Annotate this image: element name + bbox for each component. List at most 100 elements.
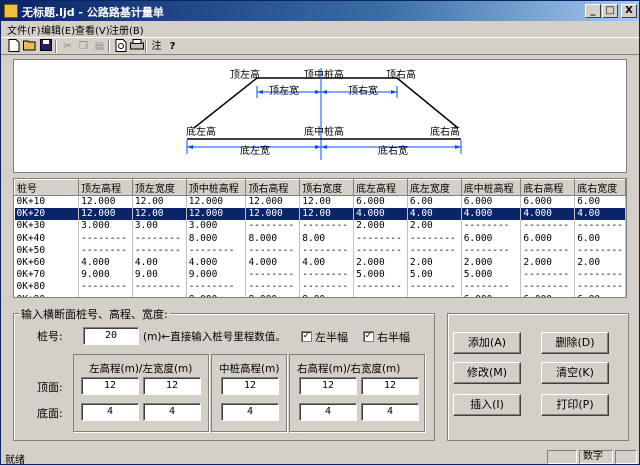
- top-center-height-input[interactable]: 12: [221, 377, 279, 395]
- add-button[interactable]: 添加(A): [453, 332, 521, 354]
- top-right-width-input[interactable]: 12: [361, 377, 419, 395]
- column-header[interactable]: 底右宽度: [574, 179, 626, 196]
- table-cell: --------: [299, 268, 355, 281]
- open-folder-icon[interactable]: [22, 39, 37, 54]
- top-left-width-input[interactable]: 12: [143, 377, 201, 395]
- station-hint: (m)←直接输入桩号里程数值。: [143, 331, 286, 343]
- table-cell: 12.000: [186, 207, 247, 220]
- left-half-checkbox[interactable]: ✓: [301, 331, 312, 342]
- input-group-title: 输入横断面桩号、高程、宽度:: [19, 306, 170, 322]
- table-cell: --------: [574, 268, 626, 281]
- table-cell: --------: [78, 280, 133, 293]
- delete-button[interactable]: 删除(D): [541, 332, 609, 354]
- table-cell: 4.00: [407, 207, 462, 220]
- main-window: 无标题.ljd - 公路路基计量单 _ □ X 文件(F) 编辑(E) 查看(V…: [0, 0, 640, 466]
- close-button[interactable]: X: [621, 4, 637, 18]
- table-cell: 12.000: [78, 207, 133, 220]
- table-cell: 4.000: [353, 207, 408, 220]
- table-cell: 4.00: [132, 256, 187, 269]
- table-cell: 8.000: [245, 293, 301, 297]
- table-cell: 6.000: [353, 195, 408, 208]
- table-row[interactable]: 0K+70 9.000 9.00 9.000 -------- -------- 5.000…: [14, 268, 626, 281]
- table-cell: --------: [574, 280, 626, 293]
- table-cell: 2.00: [407, 256, 462, 269]
- copy-icon[interactable]: ❐: [76, 39, 91, 54]
- insert-button[interactable]: 插入(I): [453, 394, 521, 416]
- label-top-left-width: 顶左宽: [269, 86, 299, 97]
- title-bar[interactable]: 无标题.ljd - 公路路基计量单 _ □ X: [1, 1, 639, 21]
- help-question-icon[interactable]: ?: [165, 39, 180, 54]
- status-cell-blank: [547, 450, 577, 464]
- bottom-right-width-input[interactable]: 4: [361, 403, 419, 421]
- maximize-button[interactable]: □: [602, 4, 618, 18]
- table-cell: --------: [245, 268, 301, 281]
- table-cell: 8.000: [186, 232, 247, 245]
- register-icon[interactable]: 注: [149, 39, 164, 54]
- cut-icon[interactable]: ✂: [60, 39, 75, 54]
- menu-file[interactable]: 文件(F): [7, 22, 41, 37]
- toolbar: ✂ ❐ ▤ 注 ?: [1, 37, 639, 55]
- column-header[interactable]: 底左宽度: [406, 179, 462, 196]
- table-cell: 6.00: [574, 232, 626, 245]
- print-button[interactable]: 打印(P): [541, 394, 609, 416]
- table-row[interactable]: 0K+80 -------- -------- -------- -------- ---…: [14, 280, 626, 293]
- column-header[interactable]: 桩号: [14, 179, 80, 196]
- column-header[interactable]: 顶中桩高程: [185, 179, 247, 196]
- column-header[interactable]: 顶左高程: [78, 179, 133, 196]
- bottom-center-height-input[interactable]: 4: [221, 403, 279, 421]
- save-icon[interactable]: [38, 39, 53, 54]
- modify-button[interactable]: 修改(M): [453, 362, 521, 384]
- table-row[interactable]: 0K+10 12.000 12.00 12.000 12.000 12.00 6.000 6.…: [14, 195, 626, 208]
- station-input[interactable]: 20: [83, 327, 139, 345]
- column-header[interactable]: 底左高程: [353, 179, 408, 196]
- paste-icon[interactable]: ▤: [92, 39, 107, 54]
- right-half-checkbox[interactable]: ✓: [363, 331, 374, 342]
- bottom-left-height-input[interactable]: 4: [81, 403, 139, 421]
- column-header[interactable]: 顶右宽度: [299, 179, 355, 196]
- table-cell: --------: [299, 244, 355, 257]
- table-cell: 0K+30: [14, 219, 80, 233]
- menu-view[interactable]: 查看(V): [75, 22, 110, 37]
- top-right-height-input[interactable]: 12: [299, 377, 357, 395]
- table-cell: 0K+70: [14, 268, 80, 281]
- table-cell: 2.000: [520, 256, 576, 269]
- table-cell: 0K+50: [14, 244, 80, 257]
- table-row[interactable]: 0K+60 4.000 4.00 4.000 4.000 4.00 2.000 2.00 2.0…: [14, 256, 626, 269]
- column-header[interactable]: 顶右高程: [245, 179, 301, 196]
- minimize-button[interactable]: _: [585, 4, 601, 18]
- table-cell: 3.000: [78, 219, 133, 233]
- column-header[interactable]: 顶左宽度: [131, 179, 187, 196]
- printer-icon[interactable]: [129, 39, 144, 54]
- bottom-left-width-input[interactable]: 4: [143, 403, 201, 421]
- table-cell: 4.00: [299, 256, 355, 269]
- top-left-height-input[interactable]: 12: [81, 377, 139, 395]
- table-cell: --------: [245, 244, 301, 257]
- table-cell: 6.000: [520, 293, 576, 297]
- clear-button[interactable]: 清空(K): [541, 362, 609, 384]
- column-header[interactable]: 底中桩高程: [460, 179, 522, 196]
- table-cell: 8.00: [299, 293, 355, 297]
- table-row[interactable]: 0K+30 3.000 3.00 3.000 -------- -------- 2.000…: [14, 219, 626, 233]
- bottom-right-height-input[interactable]: 4: [299, 403, 357, 421]
- table-cell: --------: [245, 219, 301, 233]
- table-cell: --------: [520, 244, 576, 257]
- menu-edit[interactable]: 编辑(E): [41, 22, 75, 37]
- table-row[interactable]: 0K+90----------------8.0008.0008.00-----…: [14, 293, 626, 297]
- table-cell: 12.000: [245, 207, 301, 220]
- table-cell: 6.00: [407, 195, 462, 208]
- table-row[interactable]: 0K+50 -------- -------- -------- -------- ---…: [14, 244, 626, 257]
- new-file-icon[interactable]: [6, 39, 21, 54]
- table-cell: 12.00: [299, 195, 355, 208]
- table-cell: --------: [186, 280, 247, 293]
- print-preview-icon[interactable]: [113, 39, 128, 54]
- column-header[interactable]: 底右高程: [520, 179, 576, 196]
- menu-register[interactable]: 注册(B): [109, 22, 144, 37]
- table-cell: --------: [407, 232, 462, 245]
- table-cell: --------: [461, 219, 522, 233]
- station-table[interactable]: 桩号 顶左高程 顶左宽度 顶中桩高程 顶右高程 顶右宽度 底左高程 底左宽度 底中桩高程 底右高程…: [13, 178, 627, 298]
- table-row[interactable]: 0K+40 -------- -------- 8.000 8.000 8.00 -----…: [14, 232, 626, 245]
- table-cell: 3.000: [186, 219, 247, 233]
- table-cell: 2.000: [353, 219, 408, 233]
- right-half-label: 右半幅: [377, 331, 410, 344]
- table-row[interactable]: 0K+20 12.000 12.00 12.000 12.000 12.00 4.000 4.…: [14, 207, 626, 220]
